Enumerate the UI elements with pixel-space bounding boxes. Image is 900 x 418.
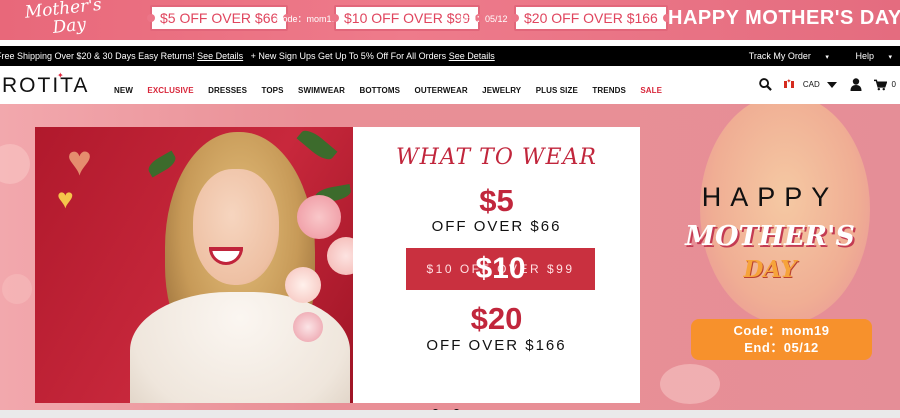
canada-flag-icon xyxy=(784,78,795,89)
mothers-text: MOTHER'S xyxy=(685,221,855,252)
signup-text: + New Sign Ups Get Up To 5% Off For All … xyxy=(250,51,447,61)
offer-1-condition: OFF OVER $66 xyxy=(431,218,562,235)
happy-text: HAPPY xyxy=(701,182,839,212)
rose-shape xyxy=(293,312,323,342)
search-icon[interactable] xyxy=(759,78,772,92)
hero-banner[interactable]: ♥ ♥ WHAT TO WEAR $5 OFF OVER $66 $10 OFF… xyxy=(0,104,900,410)
background-flower xyxy=(2,274,32,304)
logo-text: ROTITA xyxy=(2,74,90,97)
day-text: DAY xyxy=(743,256,797,283)
offer-3-condition: OFF OVER $166 xyxy=(426,337,567,354)
rose-shape xyxy=(327,237,353,275)
coupon-label: $20 OFF OVER $166 xyxy=(524,10,658,26)
caret-down-icon[interactable] xyxy=(827,81,838,88)
coupon-code-box: Code：mom19 End：05/12 xyxy=(691,319,872,360)
rose-shape xyxy=(297,195,341,239)
nav-item-trends[interactable]: TRENDS xyxy=(592,86,626,95)
nav-actions: CAD 0 xyxy=(751,76,896,94)
chevron-down-icon: ▾ xyxy=(825,54,829,61)
coupon-20-off[interactable]: $20 OFF OVER $166 xyxy=(511,5,671,31)
hero-model-photo: ♥ ♥ xyxy=(35,127,353,403)
coupon-label: $10 OFF OVER $99 xyxy=(344,10,471,26)
offer-1-amount: $5 xyxy=(479,183,514,218)
nav-item-new[interactable]: NEW xyxy=(114,86,133,95)
nav-item-jewelry[interactable]: JEWELRY xyxy=(482,86,521,95)
leaf-shape xyxy=(145,150,179,178)
user-icon[interactable] xyxy=(850,78,862,92)
offer-card[interactable]: WHAT TO WEAR $5 OFF OVER $66 $10 OFF OVE… xyxy=(353,127,640,403)
offer-3-amount: $20 xyxy=(470,301,523,336)
model-dress xyxy=(130,292,350,403)
nav-item-sale[interactable]: SALE xyxy=(640,86,662,95)
page-bottom-strip xyxy=(0,410,900,418)
heart-icon: ♥ xyxy=(57,183,74,214)
help-link[interactable]: Help ▾ xyxy=(843,51,892,61)
track-order-link[interactable]: Track My Order ▾ xyxy=(737,51,829,61)
nav-item-bottoms[interactable]: BOTTOMS xyxy=(359,86,400,95)
nav-item-dresses[interactable]: DRESSES xyxy=(208,86,247,95)
coupon-end-date: End：05/12 xyxy=(744,340,819,355)
coupon-label: $5 OFF OVER $66 xyxy=(160,10,279,26)
offer-2-strip: $10 OFF OVER $99 $10 xyxy=(406,248,595,290)
main-nav: ROTITA ✦ NEW EXCLUSIVE DRESSES TOPS SWIM… xyxy=(0,66,900,104)
chevron-down-icon: ▾ xyxy=(888,54,892,61)
track-order-label: Track My Order xyxy=(748,51,811,61)
model-portrait xyxy=(700,104,870,324)
help-label: Help xyxy=(855,51,874,61)
utility-links: Track My Order ▾ Help ▾ xyxy=(725,46,892,68)
info-bar: Free Shipping Over $20 & 30 Days Easy Re… xyxy=(0,46,900,66)
coupon-10-off[interactable]: $10 OFF OVER $99 xyxy=(330,5,484,31)
carousel-dots xyxy=(432,403,470,410)
model-face xyxy=(193,169,279,285)
heart-icon: ♥ xyxy=(67,137,92,184)
coupon-code: Code：mom19 xyxy=(733,323,830,338)
currency-selector[interactable]: CAD xyxy=(803,80,820,89)
shipping-see-details-link[interactable]: See Details xyxy=(197,51,243,61)
mothers-day-script: Mother's Day xyxy=(24,0,138,40)
promo-code: Code：mom19 xyxy=(276,14,337,24)
offer-title: WHAT TO WEAR xyxy=(396,145,597,170)
shipping-message: Free Shipping Over $20 & 30 Days Easy Re… xyxy=(0,46,495,66)
coupon-5-off[interactable]: $5 OFF OVER $66 xyxy=(146,5,292,31)
cart-icon[interactable] xyxy=(874,79,888,91)
leaf-shape xyxy=(296,127,338,164)
signup-see-details-link[interactable]: See Details xyxy=(449,51,495,61)
nav-item-exclusive[interactable]: EXCLUSIVE xyxy=(147,86,193,95)
site-logo[interactable]: ROTITA ✦ xyxy=(2,71,90,98)
shipping-text: Free Shipping Over $20 & 30 Days Easy Re… xyxy=(0,51,195,61)
promo-end-date: End：05/12 xyxy=(460,14,508,24)
logo-star-icon: ✦ xyxy=(57,71,66,80)
nav-item-plus-size[interactable]: PLUS SIZE xyxy=(536,86,578,95)
promo-headline: HAPPY MOTHER'S DAY xyxy=(668,7,900,29)
offer-2-amount: $10 xyxy=(475,252,526,285)
nav-item-tops[interactable]: TOPS xyxy=(262,86,284,95)
promo-banner[interactable]: Mother's Day $5 OFF OVER $66 Code：mom19 … xyxy=(0,0,900,40)
category-menu: NEW EXCLUSIVE DRESSES TOPS SWIMWEAR BOTT… xyxy=(114,80,672,98)
nav-item-swimwear[interactable]: SWIMWEAR xyxy=(298,86,345,95)
mothers-day-panel: HAPPY MOTHER'S DAY Code：mom19 End：05/12 xyxy=(640,104,900,410)
nav-item-outerwear[interactable]: OUTERWEAR xyxy=(415,86,468,95)
background-flower xyxy=(0,144,30,184)
rose-shape xyxy=(285,267,321,303)
cart-count: 0 xyxy=(891,80,896,90)
